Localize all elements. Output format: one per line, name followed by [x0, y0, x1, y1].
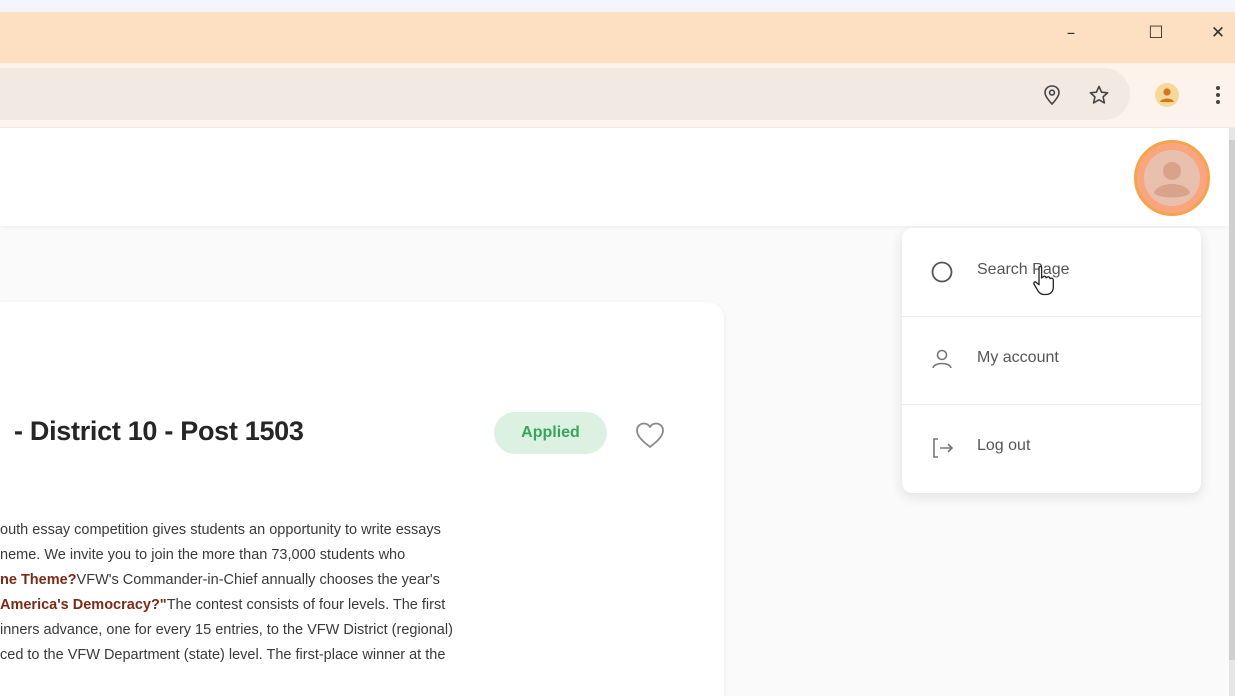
status-badge: Applied	[494, 412, 607, 454]
description-text: The contest consists of four levels. The…	[166, 597, 446, 613]
profile-icon[interactable]	[1155, 83, 1179, 107]
description-text: neme. We invite you to join the more tha…	[0, 547, 406, 563]
description-text: inners advance, one for every 15 entries…	[0, 622, 453, 638]
address-bar[interactable]	[0, 68, 1130, 120]
heart-icon[interactable]	[634, 420, 666, 450]
description-bold-text: America's Democracy?"	[0, 597, 167, 613]
description-line: ced to the VFW Department (state) level.…	[0, 643, 720, 668]
menu-item-label: Log out	[977, 437, 1031, 454]
user-avatar-icon	[1144, 150, 1200, 206]
description-line: outh essay competition gives students an…	[0, 518, 720, 543]
description-text: VFW's Commander-in-Chief annually choose…	[76, 572, 440, 588]
scrollbar-thumb[interactable]	[1229, 140, 1235, 660]
description-text: outh essay competition gives students an…	[0, 522, 441, 538]
hand-cursor-icon	[1033, 265, 1054, 296]
description-bold-text: ne Theme?	[0, 572, 77, 588]
window-title-bar	[0, 12, 1235, 63]
kebab-menu-icon[interactable]	[1212, 84, 1224, 106]
description-text: ced to the VFW Department (state) level.…	[0, 647, 446, 663]
user-icon	[932, 349, 952, 369]
menu-item-my-account[interactable]: My account	[902, 316, 1201, 404]
bookmark-star-icon[interactable]	[1088, 84, 1110, 106]
description-line: ne Theme?VFW's Commander-in-Chief annual…	[0, 568, 720, 593]
logout-icon	[933, 438, 954, 458]
card-title: - District 10 - Post 1503	[14, 416, 304, 446]
description-line: neme. We invite you to join the more tha…	[0, 543, 720, 568]
minimize-button[interactable]: –	[1056, 18, 1086, 48]
app-header	[0, 128, 1229, 226]
circle-icon	[931, 261, 953, 283]
user-avatar-button[interactable]	[1134, 140, 1210, 216]
menu-item-log-out[interactable]: Log out	[902, 404, 1201, 492]
menu-item-label: My account	[977, 349, 1059, 366]
description-line: inners advance, one for every 15 entries…	[0, 618, 720, 643]
description-line: America's Democracy?"The contest consist…	[0, 593, 720, 618]
maximize-button[interactable]: ☐	[1141, 18, 1171, 48]
close-button[interactable]: ✕	[1203, 18, 1233, 48]
card-description: outh essay competition gives students an…	[0, 518, 720, 668]
location-pin-icon[interactable]	[1042, 84, 1062, 106]
